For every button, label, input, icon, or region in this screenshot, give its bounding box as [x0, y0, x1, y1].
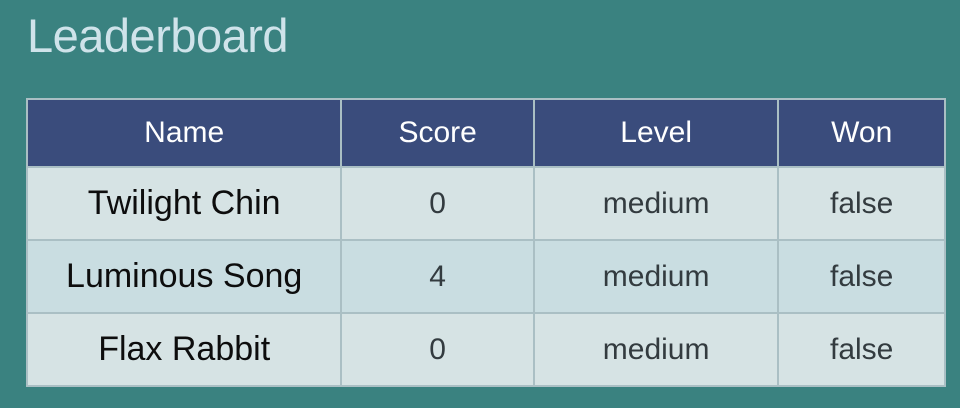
player-name-cell: Flax Rabbit — [25, 312, 343, 387]
column-header-score[interactable]: Score — [340, 98, 535, 168]
won-cell: false — [777, 166, 946, 241]
won-cell: false — [777, 312, 946, 387]
table-row: Luminous Song 4 medium false — [25, 239, 946, 314]
table-row: Twilight Chin 0 medium false — [25, 166, 946, 241]
score-cell: 0 — [340, 166, 535, 241]
won-cell: false — [777, 239, 946, 314]
table-row: Flax Rabbit 0 medium false — [25, 312, 946, 387]
level-cell: medium — [532, 166, 780, 241]
level-cell: medium — [532, 239, 780, 314]
table-header: Name Score Level Won — [25, 98, 946, 168]
table-body: Twilight Chin 0 medium false Luminous So… — [25, 166, 946, 387]
header-row: Name Score Level Won — [25, 98, 946, 168]
page-title: Leaderboard — [27, 9, 289, 62]
score-cell: 0 — [340, 312, 535, 387]
column-header-won[interactable]: Won — [777, 98, 946, 168]
score-cell: 4 — [340, 239, 535, 314]
column-header-level[interactable]: Level — [532, 98, 780, 168]
leaderboard-table: Name Score Level Won Twilight Chin 0 med… — [25, 98, 946, 387]
player-name-cell: Luminous Song — [25, 239, 343, 314]
column-header-name[interactable]: Name — [25, 98, 343, 168]
player-name-cell: Twilight Chin — [25, 166, 343, 241]
level-cell: medium — [532, 312, 780, 387]
